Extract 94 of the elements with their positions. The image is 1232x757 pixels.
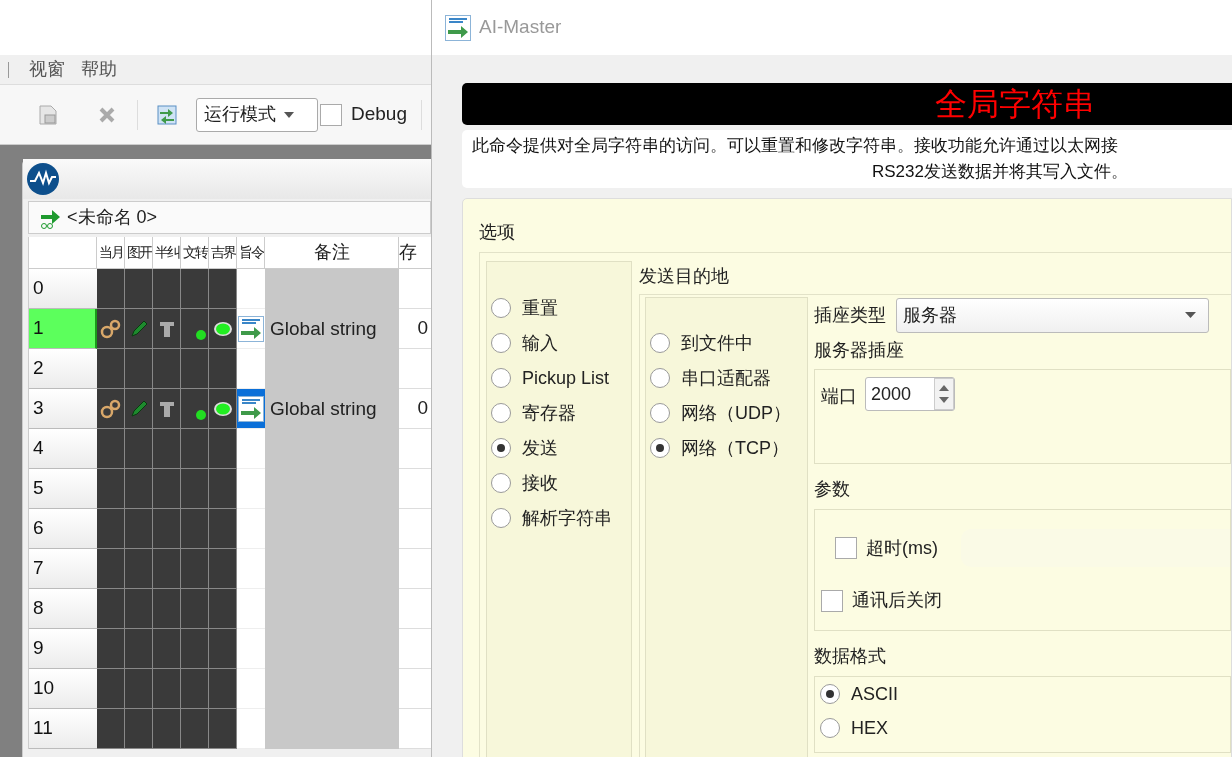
radio-label[interactable]: ASCII: [851, 680, 898, 708]
radio-button[interactable]: [491, 298, 511, 318]
menu-item[interactable]: 视窗: [29, 56, 65, 83]
radio-button[interactable]: [650, 333, 670, 353]
radio-button[interactable]: [491, 333, 511, 353]
app-icon: [445, 14, 471, 41]
row-header[interactable]: 3: [29, 389, 97, 429]
table-cell: [399, 669, 431, 709]
document-title: <未命名 0>: [67, 206, 158, 229]
radio-label[interactable]: 网络（TCP）: [681, 434, 789, 462]
radio-label[interactable]: 输入: [522, 329, 558, 357]
description-text: RS232发送数据并将其写入文件。: [871, 161, 1129, 183]
radio-button[interactable]: [650, 438, 670, 458]
checkbox[interactable]: [320, 103, 342, 126]
window-title: AI-Master: [479, 15, 562, 40]
row-header[interactable]: 7: [29, 549, 97, 589]
table-cell: [399, 589, 431, 629]
field-label: 端口: [821, 385, 857, 408]
spinner-arrows-icon: [934, 378, 954, 410]
logo-icon: [27, 163, 59, 195]
radio-button[interactable]: [491, 473, 511, 493]
field-label: 插座类型: [814, 303, 886, 327]
checkbox[interactable]: [821, 589, 843, 612]
transfer-icon[interactable]: [156, 103, 178, 126]
row-header[interactable]: 10: [29, 669, 97, 709]
table-cell: [237, 509, 265, 549]
table-cell: Global string: [265, 389, 399, 429]
radio-button[interactable]: [650, 403, 670, 423]
caret-icon: [1185, 312, 1196, 318]
row-header[interactable]: 6: [29, 509, 97, 549]
table-cell: [237, 549, 265, 589]
table-cell: [237, 709, 265, 749]
table-cell: Global string: [265, 309, 399, 349]
radio-label[interactable]: 解析字符串: [522, 504, 612, 532]
section-label: 数据格式: [814, 645, 887, 668]
string-icon: [238, 395, 264, 422]
radio-label[interactable]: Pickup List: [522, 364, 610, 392]
radio-label[interactable]: HEX: [851, 714, 888, 742]
radio-label[interactable]: 网络（UDP）: [681, 399, 791, 427]
section-label: 服务器插座: [814, 339, 905, 362]
radio-button[interactable]: [820, 684, 840, 704]
section-label: 选项: [479, 221, 516, 244]
radio-button[interactable]: [491, 508, 511, 528]
section-label: 发送目的地: [639, 265, 730, 288]
timeout-field[interactable]: [961, 529, 1230, 567]
radio-label[interactable]: 串口适配器: [681, 364, 771, 392]
row-header[interactable]: 4: [29, 429, 97, 469]
debug-label: Debug: [351, 102, 407, 127]
checkbox-label[interactable]: 通讯后关闭: [852, 587, 942, 614]
radio-label[interactable]: 寄存器: [522, 399, 576, 427]
table-cell: [399, 429, 431, 469]
socket-type-dropdown[interactable]: 服务器: [896, 297, 1209, 333]
description-text: 此命令提供对全局字符串的访问。可以重置和修改字符串。接收功能允许通过以太网接: [471, 135, 1119, 157]
radio-button[interactable]: [491, 438, 511, 458]
row-header[interactable]: 5: [29, 469, 97, 509]
table-cell: [237, 589, 265, 629]
caret-icon: [284, 111, 294, 118]
radio-button[interactable]: [820, 718, 840, 738]
row-header[interactable]: 8: [29, 589, 97, 629]
dot-icon: [196, 330, 206, 340]
table-cell: 0: [399, 389, 431, 429]
gears-icon: [99, 317, 122, 340]
gears-icon: [99, 397, 122, 420]
table-cell: [399, 469, 431, 509]
row-header[interactable]: 2: [29, 349, 97, 389]
radio-label[interactable]: 接收: [522, 469, 558, 497]
radio-button[interactable]: [491, 368, 511, 388]
row-header[interactable]: 9: [29, 629, 97, 669]
port-spinner[interactable]: 2000: [865, 377, 955, 411]
radio-label[interactable]: 重置: [522, 294, 558, 322]
radio-button[interactable]: [491, 403, 511, 423]
checkbox[interactable]: [835, 537, 857, 559]
table-cell: [237, 669, 265, 709]
radio-label[interactable]: 到文件中: [681, 329, 753, 357]
row-header[interactable]: 11: [29, 709, 97, 749]
table-cell: [399, 629, 431, 669]
table-cell: [399, 549, 431, 589]
mode-dropdown[interactable]: 运行模式: [196, 97, 318, 132]
dot-icon: [196, 410, 206, 420]
radio-button[interactable]: [650, 368, 670, 388]
checkbox-label[interactable]: 超时(ms): [866, 534, 952, 562]
table-cell: [399, 709, 431, 749]
section-label: 参数: [814, 478, 851, 501]
table-cell: [399, 509, 431, 549]
title-banner: 全局字符串: [462, 83, 1232, 125]
save-icon[interactable]: [37, 103, 59, 126]
menu-item[interactable]: 帮助: [81, 56, 117, 83]
row-header[interactable]: 1: [29, 309, 97, 349]
table-cell: [399, 349, 431, 389]
radio-label[interactable]: 发送: [522, 434, 558, 462]
row-header[interactable]: 0: [29, 269, 97, 309]
table-cell: 0: [399, 309, 431, 349]
table-cell: [237, 469, 265, 509]
table-cell: [237, 629, 265, 669]
